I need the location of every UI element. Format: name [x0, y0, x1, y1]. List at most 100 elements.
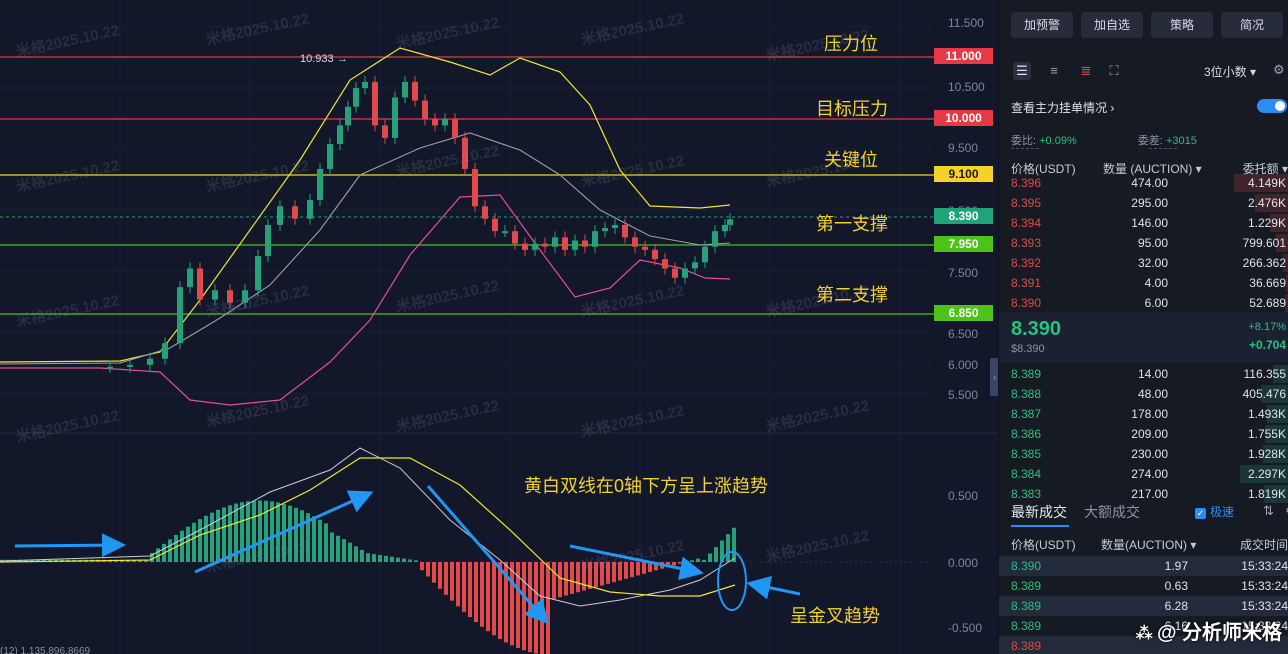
trend-arrow [14, 533, 126, 558]
orderbook-fullscreen-icon[interactable]: ⛶ [1105, 62, 1123, 80]
last-price: 8.390 [1011, 318, 1062, 340]
orderbook-toolbar: ☰ ≡ ≣ ⛶ 3位小数 ▾ ⚙ [1011, 60, 1285, 82]
bid-total: 1.928K [1247, 447, 1286, 461]
bid-total: 1.819K [1247, 487, 1286, 501]
last-price-block: 8.390 $8.390 +8.17% +0.704 [999, 312, 1288, 362]
ask-row[interactable]: 8.396 474.00 4.149K [999, 173, 1288, 193]
trade-qty: 6.28 [1164, 599, 1188, 613]
check-icon: ✓ [1195, 508, 1206, 519]
candle-body [532, 243, 538, 250]
divider [1149, 148, 1177, 149]
bid-total: 1.755K [1247, 427, 1286, 441]
decimal-select[interactable]: 3位小数 ▾ [1204, 63, 1256, 80]
trade-qty: 0.63 [1164, 579, 1188, 593]
sort-icon[interactable]: ⇅ [1263, 503, 1274, 519]
trade-price: 8.390 [1011, 559, 1042, 573]
trend-arrow [746, 575, 801, 600]
candle-body [212, 290, 218, 300]
ask-total: 36.669 [1249, 276, 1286, 290]
annotation-golden-cross: 呈金叉趋势 [790, 606, 880, 626]
ask-total: 1.229K [1247, 216, 1286, 230]
candle-body [255, 256, 261, 291]
bid-total: 116.355 [1243, 367, 1287, 381]
candle-body [327, 144, 333, 169]
macd-histogram-bar [444, 562, 448, 595]
candle-body [492, 218, 498, 232]
annotation-support2: 第二支撑 [816, 285, 888, 305]
main-orders-link[interactable]: 查看主力挂单情况 › [1011, 99, 1114, 116]
fast-checkbox[interactable]: ✓ 极速 [1195, 503, 1234, 520]
bid-row[interactable]: 8.383 217.00 1.819K [999, 484, 1288, 504]
macd-histogram-bar [348, 542, 352, 562]
ask-row[interactable]: 8.395 295.00 2.476K [999, 193, 1288, 213]
order-ratio: 委比: +0.09% 委差: +3015 [1011, 135, 1197, 147]
orderbook-both-icon[interactable]: ☰ [1013, 62, 1031, 80]
ask-row[interactable]: 8.391 4.00 36.669 [999, 273, 1288, 293]
add-alert-button[interactable]: 加预警 [1011, 12, 1073, 38]
ask-price: 8.393 [1011, 236, 1042, 250]
macd-histogram-bar [186, 526, 190, 562]
ask-row[interactable]: 8.392 32.00 266.362 [999, 253, 1288, 273]
kline-chart[interactable]: 米格2025.10.22 米格2025.10.22 米格2025.10.22 米格20… [0, 0, 998, 654]
bid-row[interactable]: 8.385 230.00 1.928K [999, 444, 1288, 464]
macd-histogram-bar [582, 562, 586, 591]
tab-latest-trades[interactable]: 最新成交 [1011, 504, 1067, 520]
candle-body [472, 168, 478, 207]
macd-histogram-bar [384, 555, 388, 562]
bid-row[interactable]: 8.389 14.00 116.355 [999, 364, 1288, 384]
ask-row[interactable]: 8.390 6.00 52.689 [999, 293, 1288, 313]
orderbook-bids-icon[interactable]: ≡ [1045, 62, 1063, 80]
trade-time: 15:33:24 [1241, 599, 1288, 613]
tab-large-trades[interactable]: 大额成交 [1084, 502, 1140, 522]
candle-body [562, 237, 568, 250]
gear-icon[interactable]: ⚙ [1273, 62, 1285, 78]
candle-body [353, 88, 359, 107]
candle-body [277, 206, 283, 225]
macd-axis-label: -0.500 [948, 621, 983, 635]
bid-row[interactable]: 8.386 209.00 1.755K [999, 424, 1288, 444]
tab-underline [1011, 525, 1069, 527]
candle-body [482, 206, 488, 219]
candle-body [572, 240, 578, 250]
candle-body [337, 125, 343, 145]
bid-row[interactable]: 8.387 178.00 1.493K [999, 404, 1288, 424]
macd-histogram-bar [192, 522, 196, 562]
macd-histogram-bar [630, 562, 634, 578]
bid-row[interactable]: 8.388 48.00 405.476 [999, 384, 1288, 404]
candle-body [107, 366, 113, 369]
macd-histogram-bar [522, 562, 526, 651]
last-price-usd: $8.390 [1011, 343, 1045, 355]
ask-price: 8.390 [1011, 296, 1042, 310]
candle-body [187, 268, 193, 288]
main-orders-toggle[interactable] [1257, 99, 1287, 113]
bid-price: 8.389 [1011, 367, 1042, 381]
candle-body [162, 343, 168, 359]
col-trade-qty[interactable]: 数量(AUCTION) ▾ [1101, 536, 1196, 553]
macd-histogram-bar [474, 562, 478, 623]
macd-histogram-bar [732, 527, 736, 562]
ask-row[interactable]: 8.393 95.00 799.601 [999, 233, 1288, 253]
ask-price: 8.394 [1011, 216, 1042, 230]
macd-histogram-bar [498, 562, 502, 640]
candle-body [642, 246, 648, 250]
orderbook-asks-icon[interactable]: ≣ [1077, 62, 1095, 80]
bid-row[interactable]: 8.384 274.00 2.297K [999, 464, 1288, 484]
macd-histogram-bar [558, 562, 562, 598]
collapse-panel-handle[interactable]: › [990, 358, 998, 396]
price-tag-key: 9.100 [934, 166, 993, 182]
strategy-button[interactable]: 策略 [1151, 12, 1213, 38]
bid-price: 8.387 [1011, 407, 1042, 421]
ask-qty: 146.00 [1131, 216, 1168, 230]
price-tag-target: 10.000 [934, 110, 993, 126]
macd-histogram-bar [678, 562, 682, 564]
bid-price: 8.386 [1011, 427, 1042, 441]
bid-qty: 209.00 [1131, 427, 1168, 441]
macd-histogram-bar [342, 539, 346, 562]
bid-price: 8.388 [1011, 387, 1042, 401]
ask-qty: 6.00 [1144, 296, 1168, 310]
overview-button[interactable]: 简况 [1221, 12, 1283, 38]
add-watchlist-button[interactable]: 加自选 [1081, 12, 1143, 38]
macd-histogram-bar [552, 562, 556, 599]
ask-total: 799.601 [1242, 236, 1286, 250]
ask-row[interactable]: 8.394 146.00 1.229K [999, 213, 1288, 233]
